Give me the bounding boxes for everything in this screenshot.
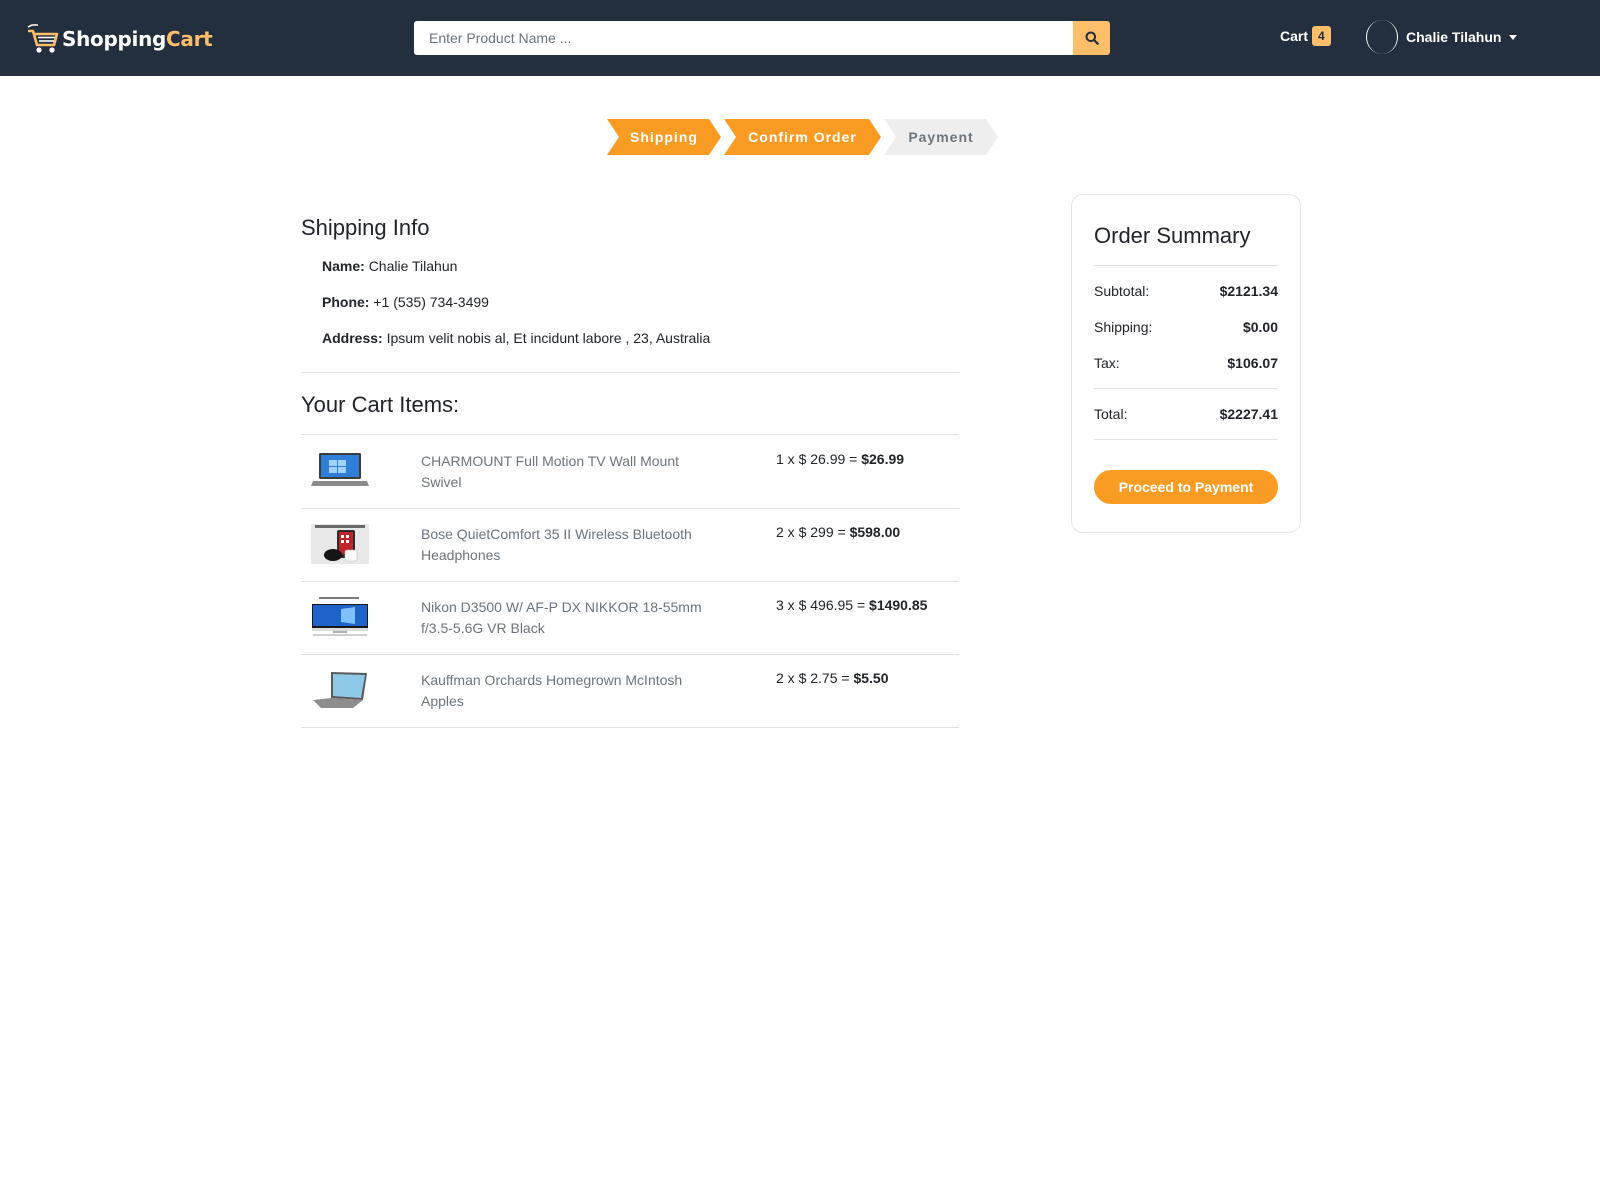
divider	[301, 372, 959, 373]
summary-total-row: Total: $2227.41	[1094, 406, 1278, 422]
cart-item-price: 2 x $ 2.75 = $5.50	[776, 670, 889, 686]
cart-item-price: 3 x $ 496.95 = $1490.85	[776, 597, 928, 613]
search-input[interactable]	[414, 21, 1073, 55]
order-summary-title: Order Summary	[1094, 223, 1251, 248]
cart-item-name-link[interactable]: Kauffman Orchards Homegrown McIntosh App…	[421, 670, 721, 712]
brand-logo[interactable]: ShoppingCart	[26, 22, 213, 56]
search-button[interactable]	[1073, 21, 1110, 55]
cart-item-name-link[interactable]: CHARMOUNT Full Motion TV Wall Mount Swiv…	[421, 451, 721, 493]
checkout-steps: Shipping Confirm Order Payment	[607, 119, 1001, 155]
laptop-image	[311, 453, 369, 486]
cart-item-price: 2 x $ 299 = $598.00	[776, 524, 901, 540]
divider	[1094, 388, 1278, 389]
shipping-info-heading: Shipping Info	[301, 215, 430, 240]
cart-item: CHARMOUNT Full Motion TV Wall Mount Swiv…	[301, 435, 959, 508]
cart-link[interactable]: Cart 4	[1280, 26, 1331, 46]
shipping-phone: Phone: +1 (535) 734-3499	[322, 294, 489, 310]
proceed-to-payment-button[interactable]: Proceed to Payment	[1094, 470, 1278, 504]
divider	[1094, 439, 1278, 440]
cart-item-name-link[interactable]: Nikon D3500 W/ AF-P DX NIKKOR 18-55mm f/…	[421, 597, 721, 639]
search-bar	[414, 21, 1110, 55]
summary-subtotal-row: Subtotal: $2121.34	[1094, 283, 1278, 299]
divider	[1094, 265, 1278, 266]
step-payment: Payment	[884, 119, 998, 155]
cart-count-badge: 4	[1312, 26, 1331, 46]
user-dropdown[interactable]: Chalie Tilahun	[1366, 20, 1518, 54]
cart-item: Kauffman Orchards Homegrown McIntosh App…	[301, 654, 959, 727]
chevron-down-icon	[1509, 34, 1518, 40]
user-name: Chalie Tilahun	[1406, 29, 1502, 45]
step-confirm-order[interactable]: Confirm Order	[724, 119, 881, 155]
brand-name: ShoppingCart	[62, 27, 213, 51]
shipping-name: Name: Chalie Tilahun	[322, 258, 458, 274]
top-navbar: ShoppingCart Cart 4 Chalie Tilahun	[0, 0, 1600, 76]
cart-item-name-link[interactable]: Bose QuietComfort 35 II Wireless Bluetoo…	[421, 524, 721, 566]
cart-label: Cart	[1280, 28, 1309, 44]
shipping-address: Address: Ipsum velit nobis al, Et incidu…	[322, 330, 711, 346]
tablet-earbuds-image	[311, 524, 369, 564]
step-shipping[interactable]: Shipping	[607, 119, 721, 155]
order-summary-card: Order Summary Subtotal: $2121.34 Shipping…	[1071, 194, 1301, 533]
cart-item-price: 1 x $ 26.99 = $26.99	[776, 451, 905, 467]
monitor-image	[312, 597, 368, 636]
cart-item: Nikon D3500 W/ AF-P DX NIKKOR 18-55mm f/…	[301, 581, 959, 654]
cart-item: Bose QuietComfort 35 II Wireless Bluetoo…	[301, 508, 959, 581]
divider	[301, 727, 959, 728]
shopping-cart-logo-icon	[27, 24, 59, 53]
summary-tax-row: Tax: $106.07	[1094, 355, 1278, 371]
search-icon	[1085, 31, 1099, 45]
cart-items-heading: Your Cart Items:	[301, 392, 460, 417]
avatar	[1366, 20, 1398, 54]
laptop-angled-image	[313, 672, 367, 708]
summary-shipping-row: Shipping: $0.00	[1094, 319, 1278, 335]
